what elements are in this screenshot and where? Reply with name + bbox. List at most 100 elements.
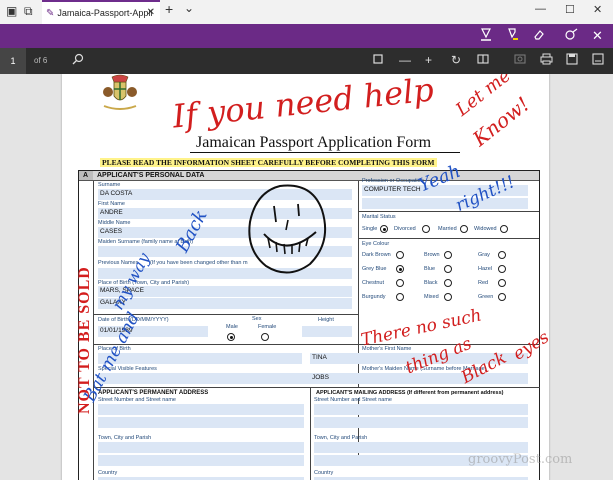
- eye-burgundy-radio[interactable]: [396, 293, 404, 301]
- eye-brown-label: Brown: [424, 252, 440, 258]
- profession-label: Profession or Occupation: [362, 178, 424, 184]
- eye-grey-blue-radio[interactable]: [396, 265, 404, 273]
- marital-widowed-radio[interactable]: [500, 225, 508, 233]
- perm-town-field[interactable]: [98, 442, 304, 453]
- ballpoint-pen-icon[interactable]: [480, 28, 492, 45]
- search-icon[interactable]: [72, 53, 84, 68]
- mail-street-field[interactable]: [314, 404, 528, 415]
- perm-town-field-2[interactable]: [98, 455, 304, 466]
- sex-label: Sex: [252, 316, 262, 322]
- maximize-button[interactable]: ☐: [565, 3, 575, 16]
- eye-gray-label: Gray: [478, 252, 490, 258]
- pdf-viewer[interactable]: Jamaican Passport Application Form PLEAS…: [0, 74, 613, 480]
- address-divider: [310, 388, 311, 480]
- mail-town-label: Town, City and Parish: [314, 435, 368, 441]
- perm-street-field[interactable]: [98, 404, 304, 415]
- add-notes-icon[interactable]: [514, 53, 526, 68]
- marital-married-radio[interactable]: [460, 225, 468, 233]
- zoom-in-icon[interactable]: +: [425, 53, 432, 67]
- save-as-icon[interactable]: [592, 53, 604, 68]
- eye-gray-radio[interactable]: [498, 251, 506, 259]
- perm-street-label: Street Number and Street name: [98, 397, 176, 403]
- place-of-birth-field-2[interactable]: GALAXY: [98, 298, 352, 309]
- row-divider-2: [94, 344, 540, 345]
- page-number-input[interactable]: 1: [0, 48, 26, 74]
- perm-street-field-2[interactable]: [98, 417, 304, 428]
- tab-preview-icon[interactable]: ▣: [6, 4, 17, 18]
- perm-town-label: Town, City and Parish: [98, 435, 152, 441]
- new-tab-button[interactable]: +: [165, 2, 173, 16]
- minimize-button[interactable]: —: [535, 3, 546, 15]
- eye-hazel-label: Hazel: [478, 266, 493, 272]
- window-close-button[interactable]: ✕: [593, 3, 602, 16]
- eye-grey-blue-label: Grey Blue: [362, 266, 387, 272]
- female-radio[interactable]: [261, 333, 269, 341]
- marital-widowed-label: Widowed: [474, 226, 497, 232]
- section-letter: A: [79, 171, 93, 181]
- eye-black-radio[interactable]: [444, 279, 452, 287]
- first-name-label: First Name: [98, 201, 125, 207]
- profession-field-2[interactable]: [362, 198, 528, 209]
- male-radio[interactable]: [227, 333, 235, 341]
- eye-blue-radio[interactable]: [444, 265, 452, 273]
- eye-colour-label: Eye Colour: [362, 241, 390, 247]
- form-title: Jamaican Passport Application Form: [196, 134, 432, 151]
- eye-chestnut-radio[interactable]: [396, 279, 404, 287]
- tab-title: Jamaica-Passport-Appli: [57, 8, 153, 18]
- smiley-drawing-icon: [248, 184, 326, 274]
- print-icon[interactable]: [540, 53, 553, 68]
- eye-mixed-radio[interactable]: [444, 293, 452, 301]
- tab-menu-chevron-icon[interactable]: ⌄: [184, 1, 194, 15]
- instructions-banner: PLEASE READ THE INFORMATION SHEET CAREFU…: [100, 158, 437, 167]
- height-field[interactable]: [302, 326, 352, 337]
- pdf-ink-icon: ✎: [46, 7, 55, 19]
- marital-single-radio[interactable]: [380, 225, 388, 233]
- marital-married-label: Married: [438, 226, 457, 232]
- mail-street-field-2[interactable]: [314, 417, 528, 428]
- pdf-toolbar: 1 of 6 — + ↻: [0, 48, 613, 74]
- set-aside-tabs-icon[interactable]: ⧉: [24, 4, 33, 18]
- mail-country-label: Country: [314, 470, 334, 476]
- eye-brown-radio[interactable]: [444, 251, 452, 259]
- vertical-scrollbar[interactable]: [603, 74, 613, 480]
- middle-name-label: Middle Name: [98, 220, 131, 226]
- browser-titlebar: ▣ ⧉ ✎ Jamaica-Passport-Appli ✕ + ⌄ — ☐ ✕: [0, 0, 613, 24]
- ink-toolbar: ✕: [0, 24, 613, 48]
- eraser-icon[interactable]: [533, 28, 545, 45]
- eye-burgundy-label: Burgundy: [362, 294, 386, 300]
- marital-divorced-label: Divorced: [394, 226, 416, 232]
- eye-dark-brown-label: Dark Brown: [362, 252, 391, 258]
- eye-green-radio[interactable]: [498, 293, 506, 301]
- rotate-icon[interactable]: ↻: [451, 53, 461, 67]
- height-label: Height: [318, 317, 334, 323]
- layout-icon[interactable]: [477, 53, 489, 68]
- eye-red-label: Red: [478, 280, 489, 286]
- tab-close-icon[interactable]: ✕: [147, 7, 155, 18]
- right-row-divider: [359, 211, 539, 212]
- save-icon[interactable]: [566, 53, 578, 68]
- eye-dark-brown-radio[interactable]: [396, 251, 404, 259]
- right-row-divider-2: [359, 238, 539, 239]
- eye-black-label: Black: [424, 280, 438, 286]
- page-total: of 6: [34, 56, 48, 65]
- eye-hazel-radio[interactable]: [498, 265, 506, 273]
- fit-page-icon[interactable]: [372, 53, 384, 68]
- marital-divorced-radio[interactable]: [422, 225, 430, 233]
- marital-status-label: Marital Status: [362, 214, 396, 220]
- touch-writing-icon[interactable]: [565, 28, 578, 45]
- eye-red-radio[interactable]: [498, 279, 506, 287]
- eye-chestnut-label: Chestnut: [362, 280, 385, 286]
- marital-single-label: Single: [362, 226, 378, 232]
- eye-blue-label: Blue: [424, 266, 436, 272]
- eye-mixed-label: Mixed: [424, 294, 439, 300]
- male-label: Male: [226, 324, 238, 330]
- place-of-birth-2-field[interactable]: [98, 353, 302, 364]
- highlighter-icon[interactable]: [507, 28, 519, 45]
- active-tab[interactable]: ✎ Jamaica-Passport-Appli ✕: [42, 0, 160, 24]
- previous-names-note: (If you have been changed other than m: [150, 260, 248, 266]
- zoom-out-icon[interactable]: —: [399, 53, 411, 67]
- groovypost-watermark: groovyPost.com: [468, 452, 573, 467]
- title-underline: [190, 152, 460, 153]
- eye-green-label: Green: [478, 294, 494, 300]
- close-ink-icon[interactable]: ✕: [592, 28, 603, 44]
